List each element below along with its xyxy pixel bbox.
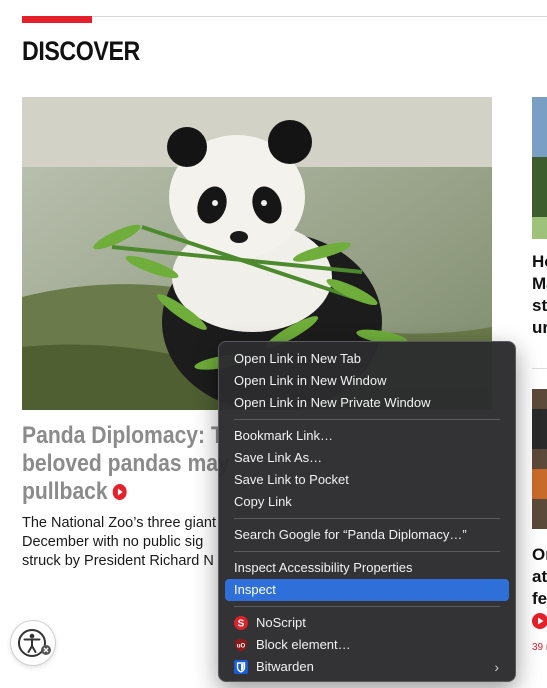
side-story-2-headline[interactable]: On at fe — [532, 544, 547, 610]
menu-bitwarden[interactable]: Bitwarden › — [225, 656, 509, 678]
menu-separator — [234, 419, 500, 420]
side-headline-line: at — [532, 567, 547, 586]
side-story-2-meta: 39 m — [532, 642, 547, 653]
noscript-icon: S — [234, 616, 248, 630]
chevron-right-icon: › — [494, 659, 499, 675]
menu-search-google[interactable]: Search Google for “Panda Diplomacy…” — [225, 524, 509, 546]
menu-bookmark-link[interactable]: Bookmark Link… — [225, 425, 509, 447]
play-icon — [532, 613, 547, 629]
menu-open-new-tab[interactable]: Open Link in New Tab — [225, 348, 509, 370]
menu-separator — [234, 518, 500, 519]
menu-open-private-window[interactable]: Open Link in New Private Window — [225, 392, 509, 414]
context-menu: Open Link in New Tab Open Link in New Wi… — [218, 341, 516, 682]
bitwarden-shield-icon — [234, 660, 248, 674]
menu-bitwarden-label: Bitwarden — [256, 659, 314, 674]
side-story-1-image[interactable] — [532, 97, 547, 239]
menu-open-new-window[interactable]: Open Link in New Window — [225, 370, 509, 392]
menu-separator — [234, 551, 500, 552]
section-accent-bar — [22, 16, 92, 23]
svg-text:uO: uO — [237, 644, 246, 650]
menu-noscript-label: NoScript — [256, 615, 306, 630]
side-headline-line: ur — [532, 318, 547, 337]
section-title: DISCOVER — [22, 36, 140, 66]
side-headline-line: Ho — [532, 252, 547, 271]
menu-inspect[interactable]: Inspect — [225, 579, 509, 601]
menu-save-to-pocket[interactable]: Save Link to Pocket — [225, 469, 509, 491]
side-divider — [532, 368, 547, 369]
menu-block-element[interactable]: uO Block element… — [225, 634, 509, 656]
menu-block-element-label: Block element… — [256, 637, 351, 652]
svg-text:S: S — [238, 619, 245, 630]
headline-line-text: pullback — [22, 478, 108, 505]
top-rule — [22, 16, 547, 17]
accessibility-icon — [18, 629, 51, 657]
side-headline-line: fe — [532, 589, 547, 608]
menu-inspect-accessibility[interactable]: Inspect Accessibility Properties — [225, 557, 509, 579]
side-story-2-image[interactable] — [532, 389, 547, 529]
accessibility-widget-button[interactable] — [11, 621, 55, 665]
play-icon — [112, 484, 128, 500]
side-headline-line: st — [532, 296, 547, 315]
side-headline-line: On — [532, 545, 547, 564]
menu-separator — [234, 606, 500, 607]
menu-copy-link[interactable]: Copy Link — [225, 491, 509, 513]
menu-save-link-as[interactable]: Save Link As… — [225, 447, 509, 469]
side-headline-line: Ma — [532, 274, 547, 293]
side-story-1-headline[interactable]: Ho Ma st ur — [532, 251, 547, 339]
menu-noscript[interactable]: S NoScript — [225, 612, 509, 634]
ublock-icon: uO — [235, 638, 247, 652]
